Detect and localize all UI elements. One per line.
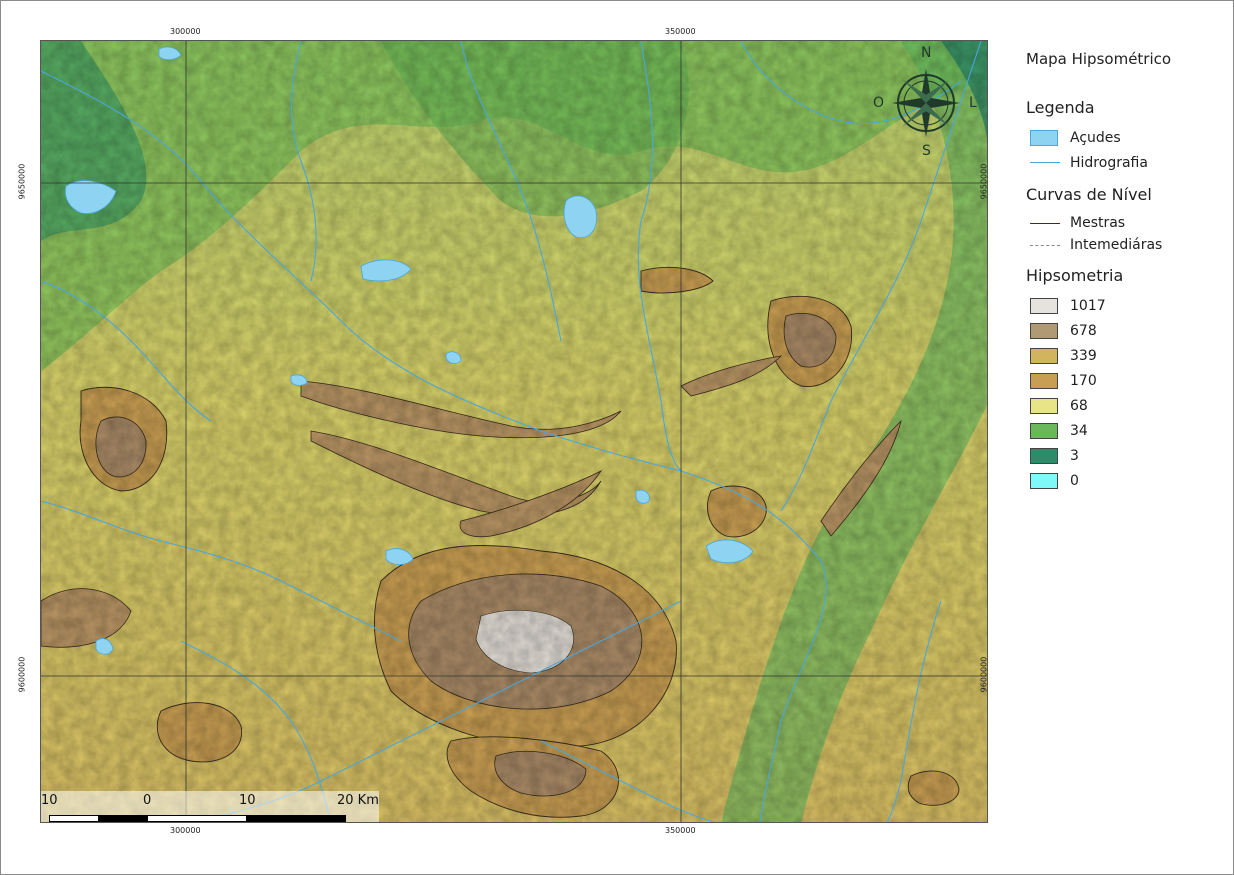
coord-bottom-300000: 300000: [170, 826, 201, 835]
scale-label-10: 10: [239, 793, 256, 808]
hypso-swatch: [1030, 422, 1058, 439]
intermediate-label: Intemediáras: [1070, 237, 1163, 253]
hypso-class: 34: [1026, 418, 1226, 443]
coord-top-300000: 300000: [170, 27, 201, 36]
master-label: Mestras: [1070, 215, 1126, 231]
scale-seg-4: [246, 815, 346, 822]
hypso-swatch: [1030, 347, 1058, 364]
compass-s: S: [922, 143, 931, 159]
hypso-class: 3: [1026, 443, 1226, 468]
hypso-class: 678: [1026, 318, 1226, 343]
hypso-label: 170: [1070, 372, 1097, 389]
legend-item-water: Açudes: [1026, 125, 1226, 150]
scale-seg-1: [49, 815, 99, 822]
legend-header: Legenda: [1026, 98, 1095, 117]
coord-left-9600000: 9600000: [17, 656, 27, 693]
compass-rose: N S O L: [873, 45, 987, 161]
hypso-label: 68: [1070, 397, 1088, 414]
hypso-class: 170: [1026, 368, 1226, 393]
hypso-class: 1017: [1026, 293, 1226, 318]
coord-top-350000: 350000: [665, 27, 696, 36]
hypso-label: 3: [1070, 447, 1079, 464]
hypso-label: 339: [1070, 347, 1097, 364]
scale-bar: 10 0 10 20 Km: [41, 791, 379, 822]
hypso-swatch: [1030, 447, 1058, 464]
hypso-swatch: [1030, 297, 1058, 314]
legend-item-hydro: Hidrografia: [1026, 150, 1226, 175]
hypso-label: 1017: [1070, 297, 1106, 314]
map-title: Mapa Hipsométrico: [1026, 50, 1172, 68]
scale-label-0: 0: [143, 793, 152, 808]
coord-bottom-350000: 350000: [665, 826, 696, 835]
hypso-swatch: [1030, 372, 1058, 389]
hydro-label: Hidrografia: [1070, 154, 1148, 171]
texture: [41, 41, 987, 822]
intermediate-line-symbol: [1030, 244, 1060, 246]
compass-e: L: [969, 95, 977, 111]
scale-seg-2: [98, 815, 148, 822]
scale-label-20km: 20 Km: [337, 793, 379, 808]
master-line-symbol: [1030, 222, 1060, 224]
legend-item-intermediate: Intemediáras: [1026, 234, 1226, 256]
coord-left-9650000: 9650000: [17, 163, 27, 200]
scale-seg-3: [147, 815, 247, 822]
water-label: Açudes: [1070, 129, 1121, 146]
hypso-label: 0: [1070, 472, 1079, 489]
compass-w: O: [873, 95, 885, 111]
hydro-line-symbol: [1030, 162, 1060, 163]
hypso-class: 339: [1026, 343, 1226, 368]
hypso-class: 0: [1026, 468, 1226, 493]
water-swatch: [1030, 129, 1058, 146]
hypso-class: 68: [1026, 393, 1226, 418]
hypso-swatch: [1030, 322, 1058, 339]
map-canvas[interactable]: N S O L 10 0 10 20 Km: [40, 40, 988, 823]
legend-item-master: Mestras: [1026, 212, 1226, 234]
hypso-swatch: [1030, 397, 1058, 414]
coord-right-9600000: 9600000: [979, 656, 989, 693]
terrain-map: [41, 41, 987, 822]
legend-panel: Mapa Hipsométrico Legenda Açudes Hidrogr…: [1026, 50, 1226, 493]
hypso-swatch: [1030, 472, 1058, 489]
compass-n: N: [921, 45, 932, 61]
hypso-label: 678: [1070, 322, 1097, 339]
hypso-header: Hipsometria: [1026, 266, 1124, 285]
contours-header: Curvas de Nível: [1026, 185, 1152, 204]
hypso-label: 34: [1070, 422, 1088, 439]
scale-label-10-left: 10: [41, 793, 58, 808]
coord-right-9650000: 9650000: [979, 163, 989, 200]
hypso-classes: 1017 678 339 170 68 34 3 0: [1026, 293, 1226, 493]
